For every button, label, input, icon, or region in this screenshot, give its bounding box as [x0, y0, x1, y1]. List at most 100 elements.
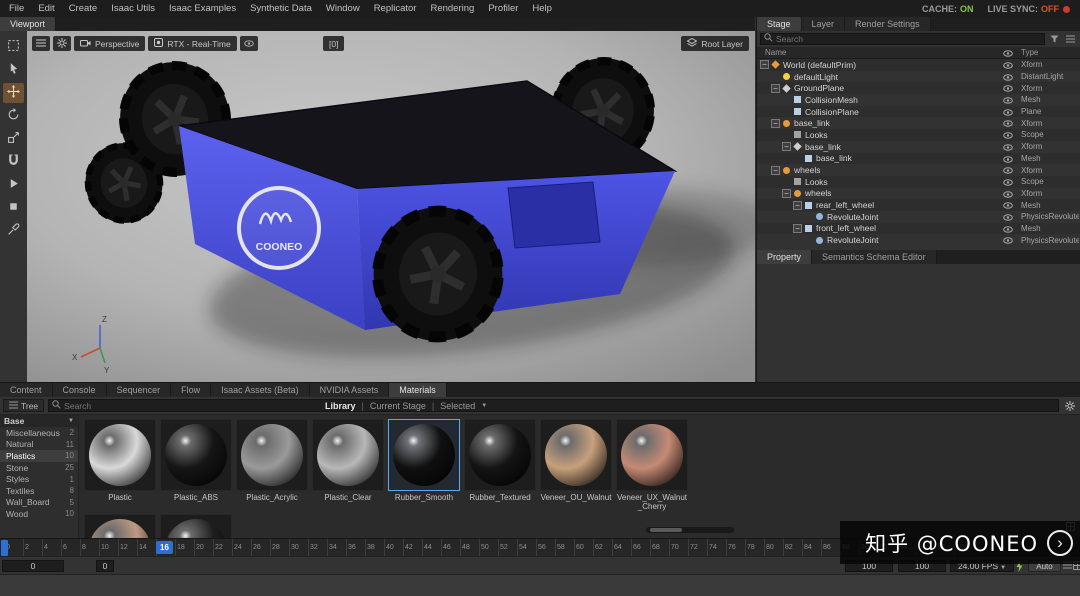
timeline-scroll-marker[interactable] [1, 540, 8, 556]
menu-item-isaac-utils[interactable]: Isaac Utils [104, 0, 162, 17]
timeline-tick[interactable]: 26 [251, 539, 270, 556]
cache-status[interactable]: CACHE:ON [922, 4, 974, 14]
tab-isaac-assets[interactable]: Isaac Assets (Beta) [211, 383, 310, 397]
stage-tree-row-looks[interactable]: LooksScope [757, 176, 1080, 188]
timeline-tick[interactable]: 20 [194, 539, 213, 556]
type-column-header[interactable]: Type [1021, 48, 1038, 57]
category-item-styles[interactable]: Styles1 [0, 473, 78, 485]
material-item-plastic[interactable]: Plastic [84, 419, 156, 512]
stage-tree-row-world-defaultprim[interactable]: −World (defaultPrim)Xform [757, 59, 1080, 71]
timeline-tick[interactable]: 54 [517, 539, 536, 556]
timeline-tick[interactable]: 56 [536, 539, 555, 556]
tree-view-button[interactable]: Tree [3, 399, 44, 412]
scale-tool-button[interactable] [3, 129, 24, 149]
timeline-tick[interactable]: 68 [650, 539, 669, 556]
chevron-down-icon[interactable]: ▼ [481, 403, 487, 409]
collapse-expander-icon[interactable]: − [771, 84, 780, 93]
menu-item-edit[interactable]: Edit [31, 0, 61, 17]
collapse-expander-icon[interactable]: − [793, 224, 802, 233]
category-item-miscellaneous[interactable]: Miscellaneous2 [0, 427, 78, 439]
name-column-header[interactable]: Name [765, 48, 786, 57]
materials-search-box[interactable] [48, 399, 1059, 412]
menu-item-synthetic-data[interactable]: Synthetic Data [243, 0, 319, 17]
material-item-plastic-clear[interactable]: Plastic_Clear [312, 419, 384, 512]
timeline-tick[interactable]: 22 [213, 539, 232, 556]
stage-tree-row-revolutejoint[interactable]: RevoluteJointPhysicsRevolute. [757, 211, 1080, 223]
timeline-tick[interactable]: 80 [764, 539, 783, 556]
timeline-playhead[interactable]: 16 [156, 541, 173, 554]
viewport-render[interactable]: COONEO Z X Y [27, 31, 755, 382]
lighting-menu-button[interactable]: [0] [323, 36, 344, 51]
timeline-tick[interactable]: 82 [783, 539, 802, 556]
stage-tree-row-wheels[interactable]: −wheelsXform [757, 164, 1080, 176]
stage-options-icon[interactable] [1064, 35, 1077, 43]
stage-tree-row-rear-left-wheel[interactable]: −rear_left_wheelMesh [757, 199, 1080, 211]
root-layer-button[interactable]: Root Layer [681, 36, 749, 51]
viewport-canvas[interactable]: COONEO Z X Y Perspective RTX - Real-Time… [27, 31, 755, 382]
visibility-eye-icon[interactable] [1003, 61, 1013, 71]
tab-property[interactable]: Property [757, 250, 812, 264]
menu-item-profiler[interactable]: Profiler [481, 0, 525, 17]
visibility-eye-icon[interactable] [1003, 201, 1013, 211]
tab-nvidia-assets[interactable]: NVIDIA Assets [310, 383, 390, 397]
tab-semantics-schema-editor[interactable]: Semantics Schema Editor [812, 250, 937, 264]
timeline-tick[interactable]: 34 [327, 539, 346, 556]
timeline-tick[interactable]: 72 [688, 539, 707, 556]
tab-viewport[interactable]: Viewport [0, 17, 56, 31]
visibility-eye-icon[interactable] [1003, 96, 1013, 106]
category-item-textiles[interactable]: Textiles8 [0, 485, 78, 497]
collapse-expander-icon[interactable]: − [782, 189, 791, 198]
timeline-tick[interactable]: 40 [384, 539, 403, 556]
timeline-tick[interactable]: 18 [175, 539, 194, 556]
visibility-eye-icon[interactable] [1003, 225, 1013, 235]
materials-settings-gear-icon[interactable] [1063, 401, 1077, 411]
timeline-tick[interactable]: 14 [137, 539, 156, 556]
stage-tree-row-front-left-wheel[interactable]: −front_left_wheelMesh [757, 223, 1080, 235]
visibility-options-button[interactable] [240, 36, 258, 51]
tab-content[interactable]: Content [0, 383, 53, 397]
timeline-tick[interactable]: 62 [593, 539, 612, 556]
timeline-tick[interactable]: 30 [289, 539, 308, 556]
stage-search-input[interactable] [776, 34, 1041, 44]
timeline-tick[interactable]: 70 [669, 539, 688, 556]
stage-tree-row-looks[interactable]: LooksScope [757, 129, 1080, 141]
stage-tree-row-base-link[interactable]: −base_linkXform [757, 117, 1080, 129]
timeline-tick[interactable]: 76 [726, 539, 745, 556]
materials-horizontal-scrollbar[interactable] [646, 527, 734, 533]
category-item-wall-board[interactable]: Wall_Board5 [0, 497, 78, 509]
scrollbar-thumb[interactable] [650, 528, 682, 532]
collapse-expander-icon[interactable]: − [793, 201, 802, 210]
menu-item-create[interactable]: Create [62, 0, 105, 17]
source-tab-library[interactable]: Library [325, 401, 356, 411]
timeline-tick[interactable]: 12 [118, 539, 137, 556]
tab-sequencer[interactable]: Sequencer [107, 383, 172, 397]
menu-item-window[interactable]: Window [319, 0, 367, 17]
stage-tree-row-groundplane[interactable]: −GroundPlaneXform [757, 82, 1080, 94]
source-tab-current-stage[interactable]: Current Stage [370, 401, 426, 411]
menu-item-rendering[interactable]: Rendering [423, 0, 481, 17]
collapse-expander-icon[interactable]: − [760, 60, 769, 69]
tab-flow[interactable]: Flow [171, 383, 211, 397]
material-item-veneer-ux-walnut-cherry[interactable]: Veneer_UX_Walnut_Cherry [616, 419, 688, 512]
live-sync-status[interactable]: LIVE SYNC:OFF [987, 4, 1070, 14]
stage-search-box[interactable] [760, 33, 1045, 45]
timeline-tick[interactable]: 44 [422, 539, 441, 556]
timeline-tick[interactable]: 74 [707, 539, 726, 556]
stop-tool-button[interactable] [3, 198, 24, 218]
tab-stage[interactable]: Stage [757, 17, 802, 31]
tab-render-settings[interactable]: Render Settings [845, 17, 931, 31]
filter-funnel-icon[interactable] [1048, 35, 1061, 43]
viewport-settings-button[interactable] [53, 36, 71, 51]
current-start-field[interactable]: 0 [96, 560, 114, 572]
tab-layer[interactable]: Layer [802, 17, 846, 31]
watermark-arrow-icon[interactable]: › [1047, 530, 1073, 556]
timeline-tick[interactable]: 42 [403, 539, 422, 556]
stage-tree-row-base-link[interactable]: −base_linkXform [757, 141, 1080, 153]
timeline-tick[interactable]: 4 [42, 539, 61, 556]
material-item-rubber-smooth[interactable]: Rubber_Smooth [388, 419, 460, 512]
timeline-tick[interactable]: 38 [365, 539, 384, 556]
visibility-eye-icon[interactable] [1003, 131, 1013, 141]
visibility-eye-icon[interactable] [1003, 236, 1013, 246]
visibility-eye-icon[interactable] [1003, 178, 1013, 188]
timeline-tick[interactable]: 60 [574, 539, 593, 556]
